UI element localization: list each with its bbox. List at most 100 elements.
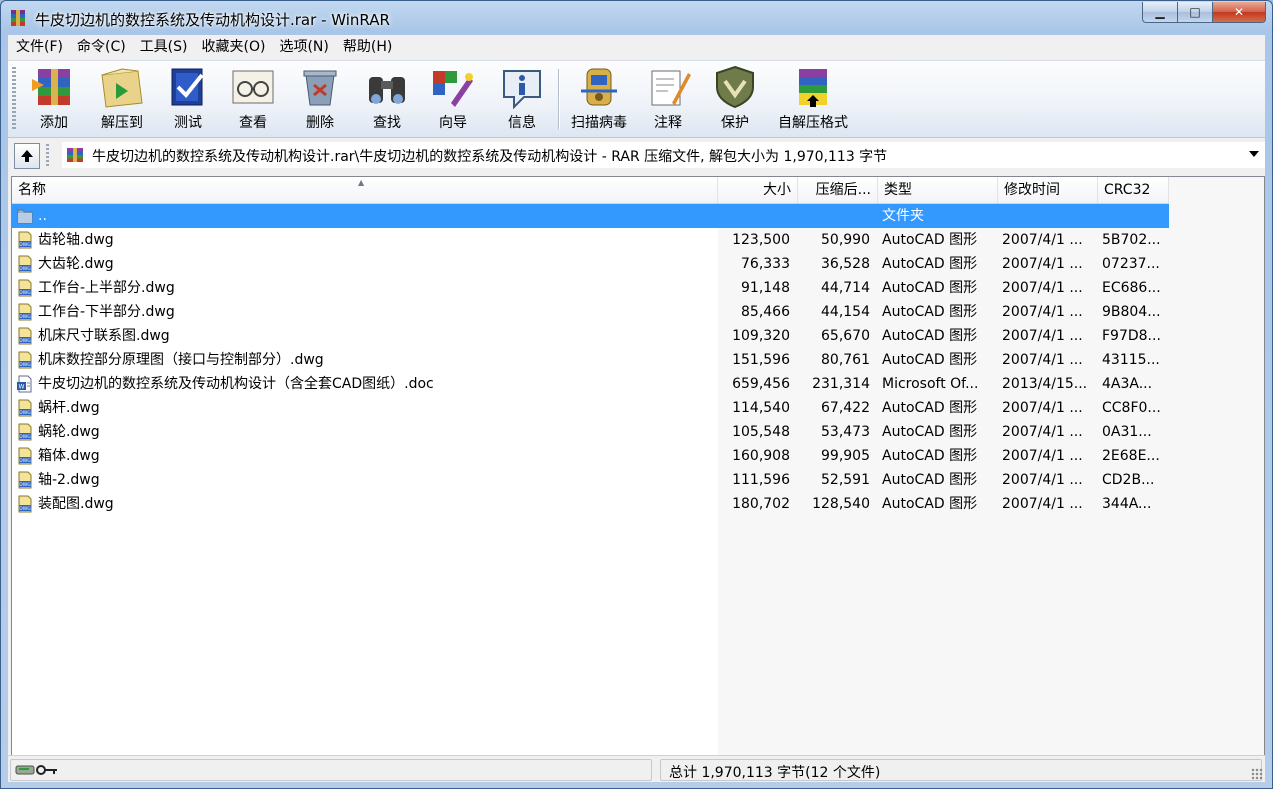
protect-icon <box>716 65 754 109</box>
close-icon: ✕ <box>1233 5 1245 19</box>
path-combobox[interactable]: 牛皮切边机的数控系统及传动机构设计.rar\牛皮切边机的数控系统及传动机构设计 … <box>62 142 1265 168</box>
file-type: Microsoft Of... <box>882 376 979 392</box>
table-row[interactable]: DWG 箱体.dwg 160,908 99,905 AutoCAD 图形 2007/4/1… <box>12 444 1169 468</box>
table-row[interactable]: DWG 大齿轮.dwg 76,333 36,528 AutoCAD 图形 2007/4/1… <box>12 252 1169 276</box>
toolbar-extract-label: 解压到 <box>101 115 143 131</box>
dwg-file-icon: DWG <box>18 495 32 513</box>
menu-options[interactable]: 选项(N) <box>271 35 334 59</box>
svg-text:DWG: DWG <box>19 242 31 248</box>
file-crc: 9B804... <box>1102 304 1161 320</box>
list-header: 名称 ▲ 大小 压缩后... 类型 修改时间 CRC32 <box>12 177 1169 204</box>
file-modified: 2007/4/1 ... <box>1002 328 1083 344</box>
table-row[interactable]: DWG 工作台-下半部分.dwg 85,466 44,154 AutoCAD 图形 200… <box>12 300 1169 324</box>
dwg-file-icon: DWG <box>18 303 32 321</box>
table-row[interactable]: DWG 机床数控部分原理图（接口与控制部分）.dwg 151,596 80,761 Au… <box>12 348 1169 372</box>
file-size: 105,548 <box>732 424 790 440</box>
close-button[interactable]: ✕ <box>1213 2 1266 23</box>
menu-help[interactable]: 帮助(H) <box>335 35 398 59</box>
menu-file[interactable]: 文件(F) <box>8 35 69 59</box>
address-grip[interactable] <box>46 144 49 166</box>
toolbar-extract-button[interactable]: 解压到 <box>90 65 154 133</box>
column-header-size[interactable]: 大小 <box>718 177 798 203</box>
toolbar-add-button[interactable]: 添加 <box>20 65 88 133</box>
file-type: AutoCAD 图形 <box>882 424 978 440</box>
file-crc: 344A... <box>1102 496 1152 512</box>
extract-to-icon <box>101 68 143 108</box>
toolbar-grip[interactable] <box>12 67 16 131</box>
test-icon <box>171 68 204 106</box>
info-icon <box>503 70 541 109</box>
resize-grip[interactable] <box>1251 768 1263 780</box>
file-name: 轴-2.dwg <box>38 472 100 488</box>
maximize-button[interactable]: □ <box>1178 2 1213 23</box>
file-rows: .. 文件夹 DWG 齿轮轴.dwg 123,500 50,990 AutoCAD 图形… <box>12 204 1169 516</box>
file-modified: 2007/4/1 ... <box>1002 496 1083 512</box>
file-name: 齿轮轴.dwg <box>38 232 114 248</box>
archive-icon <box>67 148 83 162</box>
toolbar-sfx-button[interactable]: 自解压格式 <box>770 65 856 133</box>
file-modified: 2007/4/1 ... <box>1002 352 1083 368</box>
file-modified: 2007/4/1 ... <box>1002 256 1083 272</box>
drive-key-icon[interactable] <box>15 764 59 776</box>
file-modified: 2007/4/1 ... <box>1002 280 1083 296</box>
file-packed-size: 128,540 <box>812 496 870 512</box>
table-row[interactable]: DWG 工作台-上半部分.dwg 91,148 44,714 AutoCAD 图形 200… <box>12 276 1169 300</box>
menu-commands[interactable]: 命令(C) <box>69 35 132 59</box>
dropdown-arrow-icon[interactable] <box>1249 151 1259 157</box>
file-name: 工作台-下半部分.dwg <box>38 304 175 320</box>
minimize-button[interactable]: ▁ <box>1142 2 1178 23</box>
winrar-app-icon[interactable] <box>9 9 27 27</box>
dwg-file-icon: DWG <box>18 279 32 297</box>
file-list[interactable]: 名称 ▲ 大小 压缩后... 类型 修改时间 CRC32 .. 文件夹 DWG 齿… <box>11 176 1265 756</box>
toolbar-test-button[interactable]: 测试 <box>158 65 218 133</box>
table-row[interactable]: W 牛皮切边机的数控系统及传动机构设计（含全套CAD图纸）.doc 659,456 2… <box>12 372 1169 396</box>
file-type: AutoCAD 图形 <box>882 280 978 296</box>
toolbar-info-button[interactable]: 信息 <box>492 65 552 133</box>
menu-favorites[interactable]: 收藏夹(O) <box>194 35 272 59</box>
column-header-crc[interactable]: CRC32 <box>1098 177 1169 203</box>
column-header-type[interactable]: 类型 <box>878 177 998 203</box>
table-row[interactable]: DWG 轴-2.dwg 111,596 52,591 AutoCAD 图形 2007/4/… <box>12 468 1169 492</box>
file-type: AutoCAD 图形 <box>882 232 978 248</box>
file-packed-size: 44,714 <box>821 280 870 296</box>
up-folder-button[interactable] <box>14 143 40 169</box>
title-bar[interactable]: 牛皮切边机的数控系统及传动机构设计.rar - WinRAR ▁ □ ✕ <box>1 1 1272 35</box>
file-type: AutoCAD 图形 <box>882 448 978 464</box>
toolbar-delete-button[interactable]: 删除 <box>290 65 350 133</box>
column-header-name[interactable]: 名称 <box>12 177 718 203</box>
table-row[interactable]: DWG 齿轮轴.dwg 123,500 50,990 AutoCAD 图形 2007/4/… <box>12 228 1169 252</box>
toolbar-delete-label: 删除 <box>306 115 334 131</box>
file-name: 机床尺寸联系图.dwg <box>38 328 170 344</box>
file-modified: 2007/4/1 ... <box>1002 424 1083 440</box>
svg-text:DWG: DWG <box>19 290 31 296</box>
menu-tools[interactable]: 工具(S) <box>132 35 194 59</box>
toolbar-comment-button[interactable]: 注释 <box>638 65 698 133</box>
column-header-packed[interactable]: 压缩后... <box>798 177 878 203</box>
table-row[interactable]: DWG 蜗轮.dwg 105,548 53,473 AutoCAD 图形 2007/4/1… <box>12 420 1169 444</box>
parent-folder-icon <box>17 209 33 224</box>
toolbar-virus-scan-button[interactable]: 扫描病毒 <box>564 65 634 133</box>
menu-bar: 文件(F) 命令(C) 工具(S) 收藏夹(O) 选项(N) 帮助(H) <box>8 35 1265 59</box>
file-type: AutoCAD 图形 <box>882 400 978 416</box>
toolbar-protect-button[interactable]: 保护 <box>704 65 766 133</box>
toolbar-wizard-button[interactable]: 向导 <box>422 65 484 133</box>
file-crc: F97D8... <box>1102 328 1161 344</box>
table-row[interactable]: DWG 机床尺寸联系图.dwg 109,320 65,670 AutoCAD 图形 200… <box>12 324 1169 348</box>
column-header-modified[interactable]: 修改时间 <box>998 177 1098 203</box>
table-row[interactable]: DWG 蜗杆.dwg 114,540 67,422 AutoCAD 图形 2007/4/1… <box>12 396 1169 420</box>
dwg-file-icon: DWG <box>18 471 32 489</box>
toolbar-protect-label: 保护 <box>721 115 749 131</box>
table-row-parent[interactable]: .. 文件夹 <box>12 204 1169 228</box>
file-size: 123,500 <box>732 232 790 248</box>
file-size: 109,320 <box>732 328 790 344</box>
file-name: 装配图.dwg <box>38 496 114 512</box>
toolbar-view-button[interactable]: 查看 <box>222 65 284 133</box>
file-packed-size: 67,422 <box>821 400 870 416</box>
toolbar-find-button[interactable]: 查找 <box>356 65 418 133</box>
file-size: 85,466 <box>741 304 790 320</box>
dwg-file-icon: DWG <box>18 447 32 465</box>
toolbar-add-label: 添加 <box>40 115 68 131</box>
toolbar: 添加 解压到 测试 查看 删除 查找 向导 信息 扫描病毒 注释 保护 自解压格… <box>8 60 1265 138</box>
file-packed-size: 231,314 <box>812 376 870 392</box>
table-row[interactable]: DWG 装配图.dwg 180,702 128,540 AutoCAD 图形 2007/4… <box>12 492 1169 516</box>
